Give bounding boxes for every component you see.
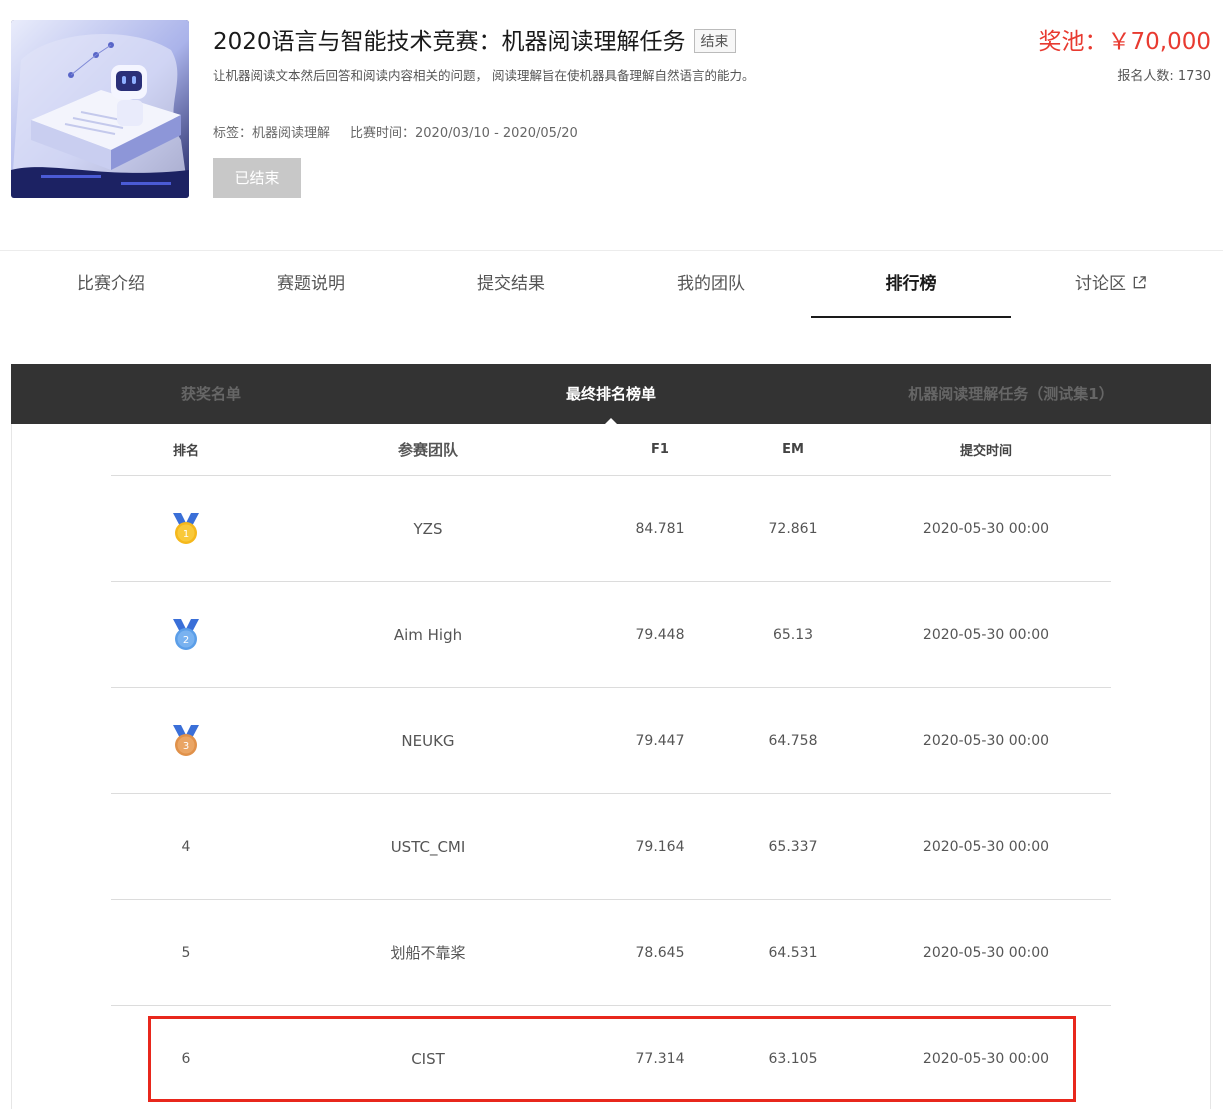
team-cell: 划船不靠桨 (390, 944, 466, 962)
tab-discussion[interactable]: 讨论区 (1011, 252, 1211, 318)
competition-title: 2020语言与智能技术竞赛：机器阅读理解任务 结束 (213, 22, 736, 56)
f1-cell: 79.448 (635, 626, 685, 643)
tab-discussion-label: 讨论区 (1075, 274, 1126, 294)
prize-pool: 奖池：￥70,000 (1038, 29, 1211, 55)
team-cell: USTC_CMI (390, 837, 466, 856)
rank-cell: 5 (181, 944, 191, 961)
time-cell: 2020-05-30 00:00 (922, 520, 1050, 537)
em-cell: 65.13 (772, 626, 814, 643)
f1-cell: 77.314 (635, 1050, 685, 1067)
rank-cell: 3 (111, 688, 261, 793)
header-time: 提交时间 (959, 444, 1012, 459)
header-rank: 排名 (172, 444, 199, 459)
leaderboard-panel: 获奖名单 最终排名榜单 机器阅读理解任务（测试集1） 排名 参赛团队 F1 EM… (11, 364, 1211, 1109)
time-cell: 2020-05-30 00:00 (922, 944, 1050, 961)
header-em: EM (782, 442, 804, 457)
ended-button[interactable]: 已结束 (213, 158, 301, 198)
em-cell: 72.861 (768, 520, 818, 537)
table-row: 6 CIST 77.314 63.105 2020-05-30 00:00 (111, 1006, 1111, 1109)
rank-cell: 6 (181, 1050, 191, 1067)
table-header: 排名 参赛团队 F1 EM 提交时间 (111, 424, 1111, 476)
external-link-icon (1133, 276, 1146, 289)
team-cell: YZS (413, 519, 443, 538)
tab-my-team[interactable]: 我的团队 (611, 252, 811, 318)
subtab-award-list[interactable]: 获奖名单 (11, 364, 411, 424)
time-cell: 2020-05-30 00:00 (922, 732, 1050, 749)
table-row: 2 Aim High 79.448 65.13 2020-05-30 00:00 (111, 582, 1111, 688)
rank-cell: 1 (111, 476, 261, 581)
ranking-table: 排名 参赛团队 F1 EM 提交时间 1 YZS 84.781 72.861 2… (111, 424, 1111, 1109)
signup-count: 报名人数: 1730 (1117, 69, 1211, 84)
medal-rank-text: 1 (183, 529, 189, 540)
em-cell: 64.758 (768, 732, 818, 749)
tab-leaderboard[interactable]: 排行榜 (811, 252, 1011, 318)
tab-submit[interactable]: 提交结果 (411, 252, 611, 318)
table-row: 3 NEUKG 79.447 64.758 2020-05-30 00:00 (111, 688, 1111, 794)
f1-cell: 78.645 (635, 944, 685, 961)
f1-cell: 79.447 (635, 732, 685, 749)
medal-rank-text: 2 (183, 635, 189, 646)
tags-label: 标签：机器阅读理解 (213, 126, 331, 141)
table-row: 4 USTC_CMI 79.164 65.337 2020-05-30 00:0… (111, 794, 1111, 900)
f1-cell: 84.781 (635, 520, 685, 537)
team-cell: NEUKG (401, 731, 455, 750)
bronze-medal-icon: 3 (173, 724, 199, 756)
time-cell: 2020-05-30 00:00 (922, 626, 1050, 643)
competition-meta: 标签：机器阅读理解 比赛时间：2020/03/10 - 2020/05/20 (213, 122, 578, 141)
team-cell: Aim High (393, 625, 463, 644)
period-label: 比赛时间：2020/03/10 - 2020/05/20 (350, 126, 578, 141)
tab-intro[interactable]: 比赛介绍 (11, 252, 211, 318)
silver-medal-icon: 2 (173, 618, 199, 650)
tab-submit-label: 提交结果 (477, 274, 545, 294)
header-team: 参赛团队 (397, 441, 458, 459)
subtab-final-ranking[interactable]: 最终排名榜单 (411, 364, 811, 425)
tab-problem-label: 赛题说明 (277, 274, 345, 294)
competition-banner-image (11, 20, 189, 198)
tab-problem[interactable]: 赛题说明 (211, 252, 411, 318)
tab-intro-label: 比赛介绍 (77, 274, 145, 294)
tab-my-team-label: 我的团队 (677, 274, 745, 294)
f1-cell: 79.164 (635, 838, 685, 855)
main-tabs: 比赛介绍 赛题说明 提交结果 我的团队 排行榜 讨论区 (11, 252, 1211, 318)
tab-leaderboard-label: 排行榜 (885, 274, 937, 294)
time-cell: 2020-05-30 00:00 (922, 1050, 1050, 1067)
em-cell: 63.105 (768, 1050, 818, 1067)
gold-medal-icon: 1 (173, 512, 199, 544)
competition-description: 让机器阅读文本然后回答和阅读内容相关的问题， 阅读理解旨在使机器具备理解自然语言… (213, 68, 755, 83)
medal-rank-text: 3 (183, 741, 189, 752)
em-cell: 65.337 (768, 838, 818, 855)
time-cell: 2020-05-30 00:00 (922, 838, 1050, 855)
leaderboard-subtabs: 获奖名单 最终排名榜单 机器阅读理解任务（测试集1） (11, 364, 1211, 425)
team-cell: CIST (411, 1049, 445, 1068)
subtab-test-set-1[interactable]: 机器阅读理解任务（测试集1） (811, 364, 1211, 424)
rank-cell: 2 (111, 582, 261, 687)
em-cell: 64.531 (768, 944, 818, 961)
table-row: 1 YZS 84.781 72.861 2020-05-30 00:00 (111, 476, 1111, 582)
rank-cell: 4 (181, 838, 191, 855)
status-tag: 结束 (693, 29, 736, 53)
competition-title-text: 2020语言与智能技术竞赛：机器阅读理解任务 (213, 29, 686, 55)
header-divider (0, 250, 1223, 251)
header-f1: F1 (651, 442, 669, 457)
table-row: 5 划船不靠桨 78.645 64.531 2020-05-30 00:00 (111, 900, 1111, 1006)
